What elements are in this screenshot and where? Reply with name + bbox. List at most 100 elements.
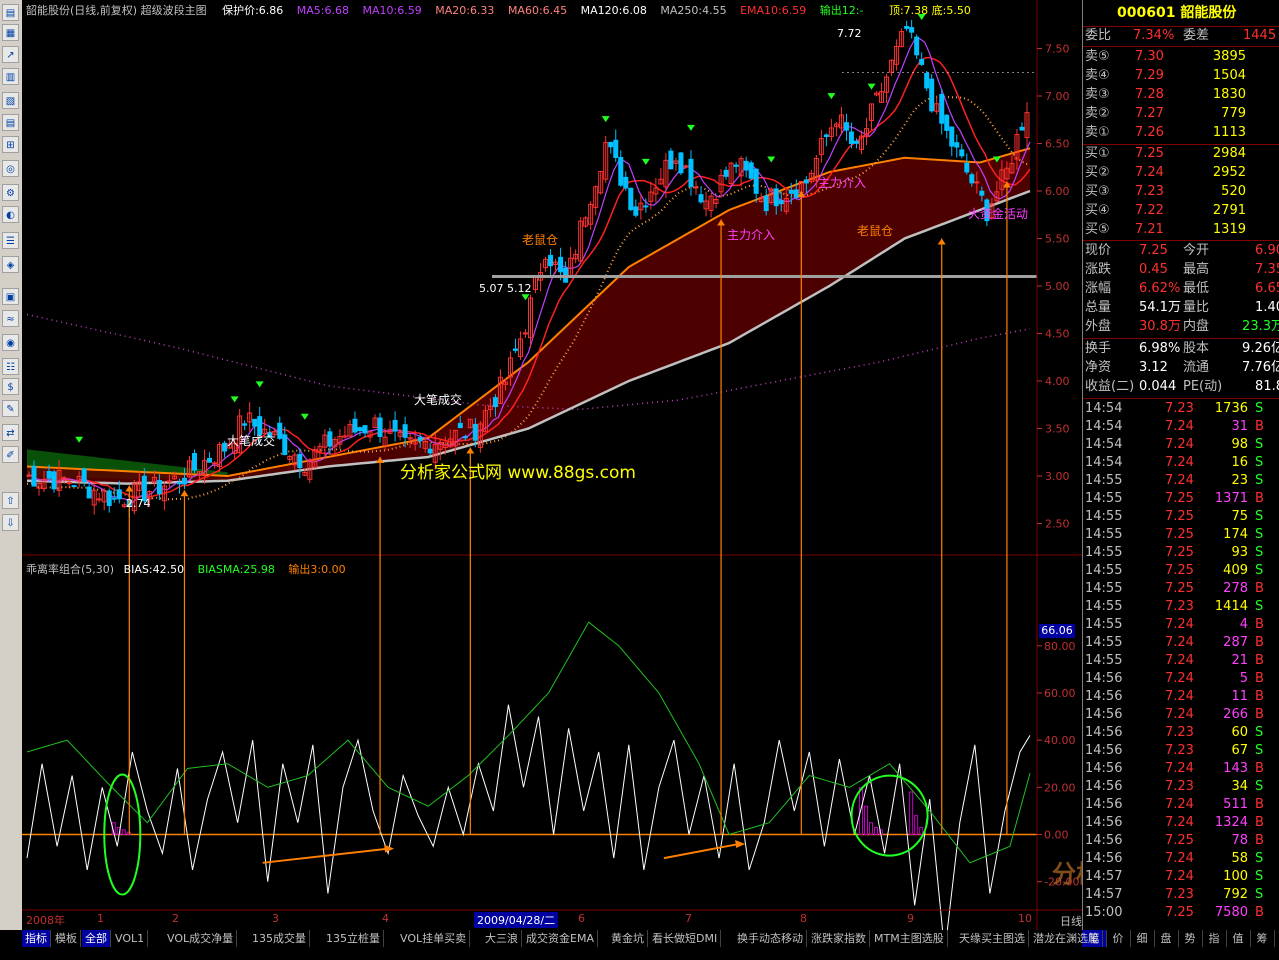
bar-icon[interactable]: ▥ — [2, 68, 19, 85]
bias-value: BIAS:42.50 — [123, 563, 185, 576]
gear-icon[interactable]: ⚙ — [2, 184, 19, 201]
wave-icon[interactable]: ≈ — [2, 310, 19, 327]
quote-tab[interactable]: 指 — [1202, 930, 1227, 947]
list-icon[interactable]: ▤ — [2, 114, 19, 131]
tick-row: 14:55 7.24 23 S — [1083, 472, 1279, 490]
report-icon[interactable]: ▧ — [2, 92, 19, 109]
quote-tab[interactable]: 盘 — [1154, 930, 1179, 947]
stat-value: 0.45 — [1139, 262, 1168, 277]
candle-body — [116, 489, 122, 500]
tick-side: S — [1255, 473, 1264, 488]
tick-row: 14:55 7.25 93 S — [1083, 544, 1279, 562]
webi-value: 7.34% — [1133, 28, 1175, 43]
trend-icon[interactable]: ↗ — [2, 46, 19, 63]
menu-icon[interactable]: ☰ — [2, 232, 19, 249]
quote-tab[interactable]: 势 — [1178, 930, 1203, 947]
block-icon[interactable]: ▣ — [2, 288, 19, 305]
bottom-tab[interactable]: 135立桩量 — [323, 930, 384, 947]
stat-value: 3.12 — [1139, 360, 1168, 375]
target-icon[interactable]: ◎ — [2, 160, 19, 177]
candle-body — [959, 149, 965, 157]
bottom-tab[interactable]: VOL1 — [112, 930, 149, 947]
ma250-label: MA250:4.55 — [660, 4, 727, 17]
arrow-up-icon[interactable]: ⇧ — [2, 492, 19, 509]
annotation-big-cross-1: 大笔成交 — [227, 434, 276, 448]
ma5-label: MA5:6.68 — [296, 4, 349, 17]
time-axis-label: 9 — [907, 912, 914, 925]
panel-icon[interactable]: ⊞ — [2, 136, 19, 153]
tick-volume: 1736 — [1214, 401, 1248, 416]
quote-tab[interactable]: 筹 — [1250, 930, 1275, 947]
grid-icon[interactable]: ▤ — [2, 4, 19, 21]
tick-price: 7.23 — [1165, 743, 1194, 758]
candle-body — [176, 482, 182, 485]
candle-body — [106, 490, 112, 506]
tick-volume: 7580 — [1214, 905, 1248, 920]
dot-icon[interactable]: ◉ — [2, 334, 19, 351]
ask-row: 卖③ 7.28 1830 — [1083, 86, 1279, 104]
stat-value: 9.26亿 — [1242, 341, 1279, 356]
pen-icon[interactable]: ✎ — [2, 400, 19, 417]
bottom-tab[interactable]: 天缘买主图选 — [956, 930, 1029, 947]
half-icon[interactable]: ◐ — [2, 206, 19, 223]
tick-row: 14:54 7.24 98 S — [1083, 436, 1279, 454]
candle-body — [623, 176, 629, 189]
diamond-icon[interactable]: ◈ — [2, 256, 19, 273]
tick-price: 7.23 — [1165, 887, 1194, 902]
candle-body — [31, 465, 37, 487]
chart-area[interactable]: 7.50 7.00 6.50 6.00 5.50 5.00 4.50 4.00 3.50 3.00… — [22, 0, 1172, 953]
ask-label: 卖④ — [1085, 68, 1110, 83]
main-y-tick-label: 2.50 — [1045, 518, 1070, 531]
bottom-tab[interactable]: 模板 — [52, 930, 81, 947]
bottom-tab[interactable]: 黄金坑 — [608, 930, 648, 947]
bottom-tab[interactable]: MTM主图选股 — [871, 930, 948, 947]
weicha-value: 1445 — [1243, 28, 1277, 43]
high-price-label: 7.72 — [837, 27, 862, 40]
bottom-tab[interactable]: 指标 — [22, 930, 51, 947]
candle-body — [788, 189, 794, 194]
tick-side: B — [1255, 581, 1264, 596]
swap-icon[interactable]: ⇄ — [2, 424, 19, 441]
bottom-tab[interactable]: 成交资金EMA — [523, 930, 598, 947]
bottom-tab[interactable]: 换手动态移动 — [734, 930, 807, 947]
tick-volume: 100 — [1223, 869, 1248, 884]
bottom-tab[interactable]: VOL挂单买卖 — [397, 930, 471, 947]
bottom-tab[interactable]: 潜龙在渊选股 — [1030, 930, 1103, 947]
lines-icon[interactable]: ☷ — [2, 358, 19, 375]
ask-volume: 779 — [1221, 106, 1246, 121]
time-axis-label: 1 — [97, 912, 104, 925]
quote-tab[interactable]: 值 — [1226, 930, 1251, 947]
candle-body — [924, 72, 930, 89]
arrow-down-icon[interactable]: ⇩ — [2, 514, 19, 531]
candle-body — [733, 164, 739, 167]
quote-tab[interactable]: 价 — [1106, 930, 1131, 947]
table-icon[interactable]: ▦ — [2, 24, 19, 41]
quote-tab[interactable]: 细 — [1130, 930, 1155, 947]
bottom-tab[interactable]: VOL成交净量 — [164, 930, 238, 947]
tick-side: S — [1255, 887, 1264, 902]
candle-body — [698, 194, 704, 203]
period-label[interactable]: 日线 — [1060, 913, 1082, 929]
mid-price-label: 5.07 5.12 — [479, 282, 532, 295]
stat-row: 涨跌 0.45 最高 7.35 — [1083, 261, 1279, 279]
weicha-label: 委差 — [1183, 28, 1210, 43]
tick-price: 7.23 — [1165, 725, 1194, 740]
candle-body — [753, 168, 759, 194]
bottom-tab[interactable]: 大三浪 — [482, 930, 522, 947]
bottom-tab[interactable]: 135成交量 — [249, 930, 310, 947]
ask-row: 卖① 7.26 1113 — [1083, 124, 1279, 142]
candle-body — [914, 36, 920, 56]
candle-body — [628, 187, 634, 211]
ask-row: 卖⑤ 7.30 3895 — [1083, 48, 1279, 66]
tick-price: 7.24 — [1165, 761, 1194, 776]
bottom-tab[interactable]: 涨跌家指数 — [808, 930, 870, 947]
bid-volume: 2791 — [1212, 203, 1246, 218]
bottom-tab[interactable]: 全部 — [82, 930, 111, 947]
bottom-tab[interactable]: 看长做短DMI — [649, 930, 722, 947]
top-bottom-label: 顶:7.38 底:5.50 — [888, 4, 971, 17]
candle-body — [778, 200, 784, 205]
stat-value: 6.98% — [1139, 341, 1181, 356]
edit-icon[interactable]: ✐ — [2, 446, 19, 463]
dollar-icon[interactable]: $ — [2, 378, 19, 395]
tick-volume: 60 — [1231, 725, 1248, 740]
